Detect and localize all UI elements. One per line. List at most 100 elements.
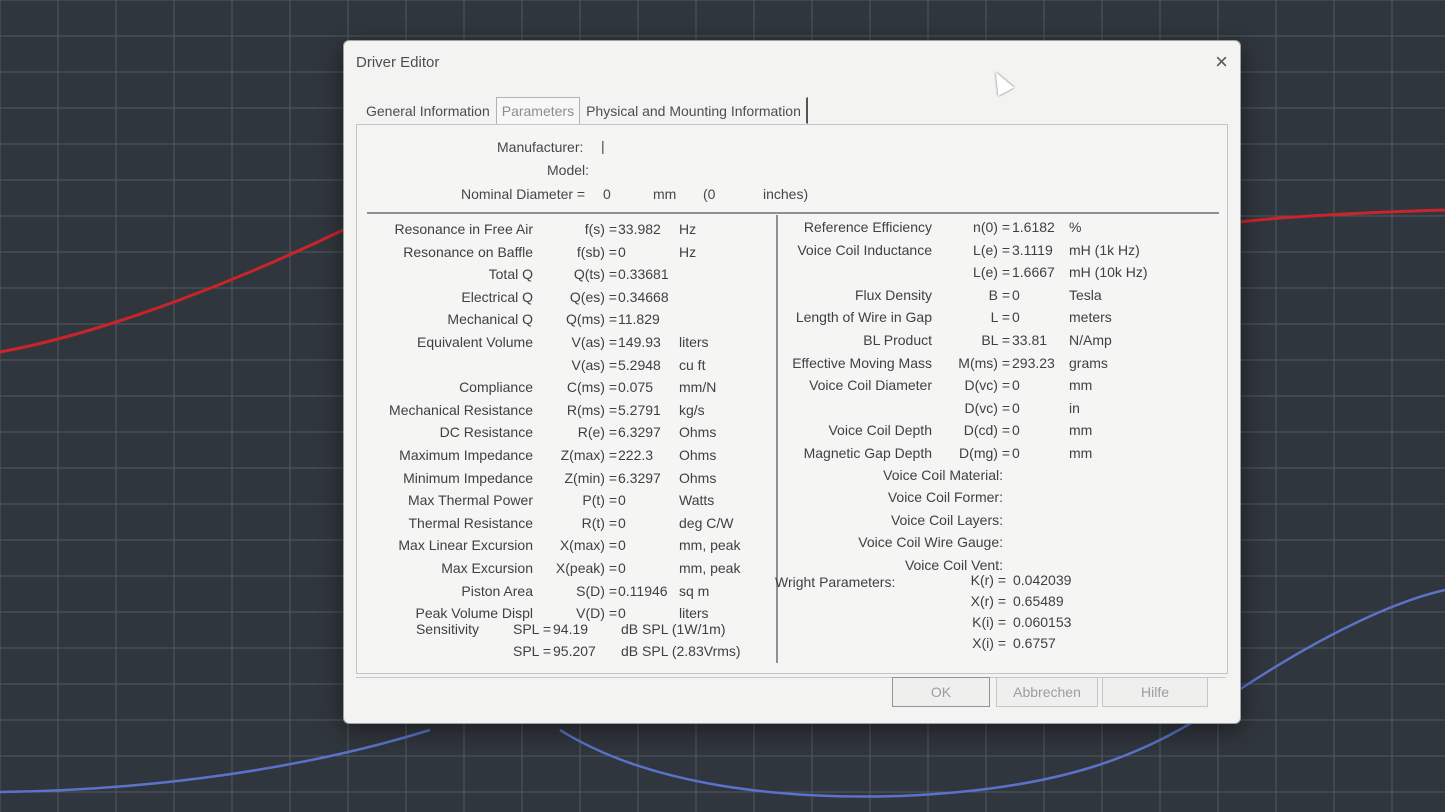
- param-value[interactable]: 5.2791: [618, 402, 661, 418]
- param-symbol: V(D) =: [576, 605, 617, 622]
- param-label: Resonance on Baffle: [403, 243, 533, 260]
- param-symbol: D(vc) =: [964, 377, 1011, 394]
- param-symbol: f(sb) =: [576, 243, 617, 260]
- param-label: Thermal Resistance: [408, 514, 534, 531]
- param-label: Flux Density: [854, 286, 932, 303]
- param-value[interactable]: 94.19: [553, 621, 588, 637]
- param-label: Voice Coil Vent:: [904, 556, 1003, 573]
- param-label: Mechanical Resistance: [389, 401, 533, 418]
- tab-general-information[interactable]: General Information: [360, 97, 496, 124]
- param-symbol: R(e) =: [577, 424, 617, 441]
- param-symbol: D(vc) =: [964, 399, 1011, 416]
- param-symbol: SPL =: [512, 643, 551, 659]
- param-unit: meters: [1069, 309, 1112, 326]
- param-unit: mH (10k Hz): [1069, 264, 1148, 281]
- param-symbol: BL =: [981, 332, 1010, 348]
- param-label: Voice Coil Diameter: [809, 377, 932, 394]
- param-unit: N/Amp: [1069, 332, 1112, 348]
- param-value[interactable]: 0.075: [618, 379, 653, 395]
- param-unit: liters: [679, 334, 709, 350]
- param-label: Voice Coil Depth: [828, 422, 932, 439]
- param-unit: dB SPL (1W/1m): [621, 621, 726, 637]
- param-label: Magnetic Gap Depth: [803, 445, 932, 461]
- param-value[interactable]: 0: [1012, 445, 1020, 461]
- cancel-button[interactable]: Abbrechen: [996, 677, 1098, 707]
- tab-parameters[interactable]: Parameters: [495, 97, 581, 124]
- param-value[interactable]: 1.6182: [1012, 219, 1055, 235]
- param-value[interactable]: 0.6757: [1013, 635, 1056, 651]
- param-symbol: V(as) =: [571, 356, 617, 373]
- param-symbol: X(max) =: [559, 537, 617, 554]
- param-value[interactable]: 3.1119: [1012, 242, 1053, 258]
- param-value[interactable]: 149.93: [618, 334, 661, 350]
- param-unit: liters: [679, 605, 709, 622]
- param-symbol: Q(ms) =: [566, 311, 617, 328]
- param-label: Voice Coil Layers:: [890, 511, 1003, 528]
- param-symbol: B =: [988, 286, 1010, 303]
- param-label: Voice Coil Inductance: [797, 241, 932, 258]
- param-value[interactable]: 5.2948: [618, 357, 661, 373]
- param-value[interactable]: 293.23: [1012, 355, 1055, 371]
- nominal-mm-value[interactable]: 0: [603, 186, 611, 202]
- param-symbol: R(t) =: [581, 514, 617, 531]
- param-value[interactable]: 6.3297: [618, 470, 661, 486]
- param-unit: mm, peak: [679, 560, 741, 576]
- param-value[interactable]: 0.042039: [1013, 572, 1071, 588]
- param-value[interactable]: 222.3: [618, 447, 653, 463]
- param-value[interactable]: 0: [618, 492, 626, 508]
- param-value[interactable]: 6.3297: [618, 424, 661, 440]
- param-unit: deg C/W: [679, 514, 734, 531]
- nominal-in-unit: inches): [763, 186, 809, 202]
- ok-button[interactable]: OK: [892, 677, 990, 707]
- param-symbol: S(D) =: [576, 582, 617, 599]
- param-value[interactable]: 0.34668: [618, 289, 669, 305]
- param-label: Mechanical Q: [447, 311, 533, 328]
- param-unit: Ohms: [679, 469, 717, 486]
- param-symbol: V(as) =: [571, 334, 617, 350]
- wright-parameters-label: Wright Parameters:: [775, 574, 896, 590]
- close-icon[interactable]: ×: [1215, 49, 1228, 75]
- param-symbol: Q(es) =: [569, 288, 617, 305]
- param-value[interactable]: 0: [618, 560, 626, 576]
- param-symbol: P(t) =: [582, 492, 617, 509]
- param-label: Max Linear Excursion: [398, 537, 533, 554]
- param-symbol: K(i) =: [972, 614, 1006, 630]
- param-label: Max Excursion: [441, 560, 533, 576]
- param-symbol: M(ms) =: [958, 354, 1010, 371]
- param-label: Length of Wire in Gap: [795, 309, 932, 326]
- param-value[interactable]: 0: [1012, 377, 1020, 393]
- param-unit: cu ft: [679, 356, 706, 373]
- param-value[interactable]: 0: [618, 537, 626, 553]
- param-unit: dB SPL (2.83Vrms): [621, 643, 741, 659]
- param-value[interactable]: 95.207: [553, 643, 596, 659]
- help-button[interactable]: Hilfe: [1102, 677, 1208, 707]
- param-value[interactable]: 0: [618, 605, 626, 621]
- param-label: Sensitivity: [415, 621, 479, 637]
- manufacturer-field[interactable]: |: [601, 138, 605, 154]
- param-value[interactable]: 1.6667: [1012, 264, 1055, 280]
- param-value[interactable]: 0: [1012, 309, 1020, 325]
- param-value[interactable]: 0: [618, 244, 626, 260]
- param-value[interactable]: 0: [1012, 422, 1020, 438]
- param-value[interactable]: 0.11946: [618, 583, 668, 599]
- param-unit: Hz: [679, 243, 697, 260]
- param-label: Voice Coil Wire Gauge:: [858, 534, 1003, 551]
- param-symbol: D(cd) =: [963, 422, 1010, 439]
- param-value[interactable]: 33.81: [1012, 332, 1047, 348]
- param-value[interactable]: 0: [618, 515, 626, 531]
- param-value[interactable]: 0.65489: [1013, 593, 1064, 609]
- nominal-mm-unit: mm: [653, 186, 677, 202]
- param-value[interactable]: 0.060153: [1013, 614, 1071, 630]
- param-value[interactable]: 0: [1012, 287, 1020, 303]
- param-label: Effective Moving Mass: [792, 354, 932, 371]
- tab-physical-mounting[interactable]: Physical and Mounting Information: [580, 97, 808, 124]
- param-value[interactable]: 33.982: [618, 221, 661, 237]
- param-unit: mm, peak: [679, 537, 741, 554]
- param-unit: mm: [1069, 422, 1093, 439]
- param-value[interactable]: 0.33681: [618, 266, 669, 282]
- param-value[interactable]: 0: [1012, 400, 1020, 416]
- model-label: Model:: [547, 162, 590, 178]
- param-value[interactable]: 11.829: [618, 311, 660, 327]
- param-unit: kg/s: [679, 401, 705, 418]
- param-label: Reference Efficiency: [803, 219, 932, 235]
